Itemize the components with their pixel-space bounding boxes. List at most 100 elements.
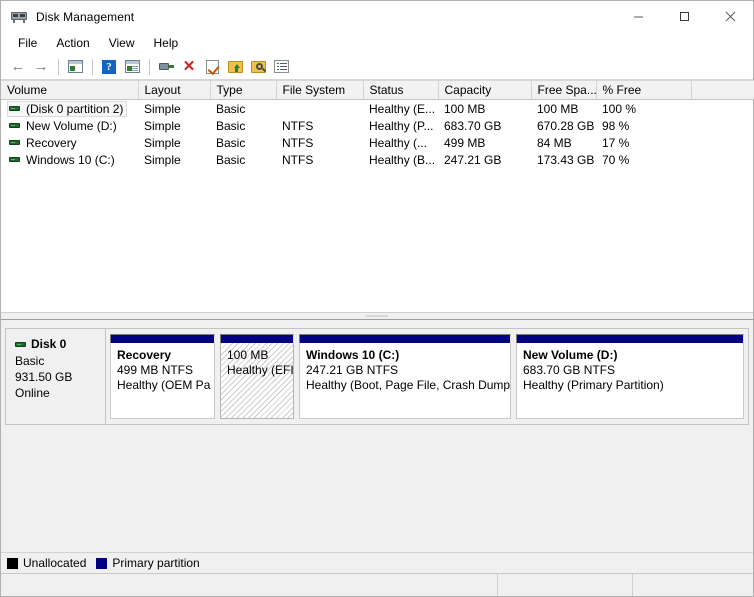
- list-glyph: [274, 60, 289, 73]
- volume-name-wrapper: Recovery: [7, 135, 81, 151]
- console-tree-glyph: [125, 60, 140, 73]
- column-header-layout[interactable]: Layout: [138, 81, 210, 100]
- partition-label: New Volume (D:): [523, 348, 738, 363]
- cell-percent-free: 100 %: [596, 100, 691, 118]
- table-row[interactable]: Recovery Simple Basic NTFS Healthy (... …: [1, 134, 754, 151]
- plug-glyph: [159, 61, 174, 72]
- cell-capacity: 100 MB: [438, 100, 531, 118]
- up-one-level-glyph: [68, 60, 83, 73]
- volume-label: New Volume (D:): [26, 119, 117, 133]
- forward-icon[interactable]: →: [30, 56, 52, 78]
- partition-color-bar: [110, 334, 215, 343]
- title-bar: Disk Management: [1, 1, 753, 32]
- volume-name-wrapper: Windows 10 (C:): [7, 152, 119, 168]
- cell-filler: [691, 151, 754, 168]
- cell-percent-free: 17 %: [596, 134, 691, 151]
- column-header-capacity[interactable]: Capacity: [438, 81, 531, 100]
- view-list-icon[interactable]: [270, 56, 292, 78]
- back-icon[interactable]: ←: [7, 56, 29, 78]
- partition-windows-c[interactable]: Windows 10 (C:) 247.21 GB NTFS Healthy (…: [299, 334, 511, 419]
- partition-details: 100 MB Healthy (EFI: [220, 343, 294, 419]
- partition-size-fs: 100 MB: [227, 348, 288, 363]
- delete-glyph: ✕: [183, 59, 196, 74]
- status-segment-1: [1, 574, 498, 596]
- check-glyph: [206, 60, 219, 74]
- menu-bar: File Action View Help: [1, 32, 753, 54]
- partition-status: Healthy (Boot, Page File, Crash Dump,: [306, 378, 505, 393]
- partition-status: Healthy (OEM Pa: [117, 378, 209, 393]
- cell-capacity: 499 MB: [438, 134, 531, 151]
- volume-name-wrapper: New Volume (D:): [7, 118, 121, 134]
- table-row[interactable]: New Volume (D:) Simple Basic NTFS Health…: [1, 117, 754, 134]
- disk-info-panel[interactable]: Disk 0 Basic 931.50 GB Online: [5, 328, 106, 425]
- cell-volume[interactable]: Windows 10 (C:): [1, 151, 138, 168]
- volume-label: Windows 10 (C:): [26, 153, 115, 167]
- cell-layout: Simple: [138, 151, 210, 168]
- maximize-button[interactable]: [661, 1, 707, 32]
- cell-volume[interactable]: (Disk 0 partition 2): [1, 100, 138, 118]
- unallocated-swatch-icon: [7, 558, 18, 569]
- disk-drive-icon: [10, 8, 28, 26]
- cell-file-system: NTFS: [276, 117, 363, 134]
- column-header-free-space[interactable]: Free Spa...: [531, 81, 596, 100]
- partition-recovery[interactable]: Recovery 499 MB NTFS Healthy (OEM Pa: [110, 334, 215, 419]
- up-one-level-icon[interactable]: [64, 56, 86, 78]
- legend-item-primary-partition: Primary partition: [96, 556, 199, 570]
- cell-status: Healthy (P...: [363, 117, 438, 134]
- column-header-status[interactable]: Status: [363, 81, 438, 100]
- column-header-file-system[interactable]: File System: [276, 81, 363, 100]
- search-folder-icon[interactable]: [247, 56, 269, 78]
- properties-plug-icon[interactable]: [155, 56, 177, 78]
- cell-type: Basic: [210, 117, 276, 134]
- disk-row-disk0: Disk 0 Basic 931.50 GB Online Recovery 4…: [5, 328, 749, 425]
- pane-splitter[interactable]: [1, 312, 753, 320]
- disk-size: 931.50 GB: [15, 369, 105, 385]
- partition-status: Healthy (Primary Partition): [523, 378, 738, 393]
- delete-icon[interactable]: ✕: [178, 56, 200, 78]
- menu-file[interactable]: File: [9, 34, 46, 53]
- partition-color-bar: [299, 334, 511, 343]
- partition-status: Healthy (EFI: [227, 363, 288, 378]
- column-header-filler[interactable]: [691, 81, 754, 100]
- disk-title: Disk 0: [15, 336, 105, 352]
- column-header-percent-free[interactable]: % Free: [596, 81, 691, 100]
- partition-label: Recovery: [117, 348, 209, 363]
- close-button[interactable]: [707, 1, 753, 32]
- volume-list-pane: Volume Layout Type File System Status Ca…: [1, 80, 753, 312]
- cell-status: Healthy (...: [363, 134, 438, 151]
- partition-efi[interactable]: 100 MB Healthy (EFI: [220, 334, 294, 419]
- splitter-grip: [366, 315, 388, 317]
- menu-action[interactable]: Action: [47, 34, 98, 53]
- primary-partition-swatch-icon: [96, 558, 107, 569]
- cell-free-space: 670.28 GB: [531, 117, 596, 134]
- legend-label: Primary partition: [112, 556, 199, 570]
- cell-capacity: 247.21 GB: [438, 151, 531, 168]
- legend-item-unallocated: Unallocated: [7, 556, 86, 570]
- table-row[interactable]: (Disk 0 partition 2) Simple Basic Health…: [1, 100, 754, 118]
- cell-free-space: 173.43 GB: [531, 151, 596, 168]
- cell-volume[interactable]: New Volume (D:): [1, 117, 138, 134]
- status-bar: [1, 573, 753, 596]
- volume-icon: [9, 157, 20, 162]
- cell-type: Basic: [210, 151, 276, 168]
- graphical-view-pane: Disk 0 Basic 931.50 GB Online Recovery 4…: [1, 320, 753, 552]
- partition-label: Windows 10 (C:): [306, 348, 505, 363]
- help-icon[interactable]: ?: [98, 56, 120, 78]
- legend-bar: Unallocated Primary partition: [1, 552, 753, 573]
- partition-new-volume-d[interactable]: New Volume (D:) 683.70 GB NTFS Healthy (…: [516, 334, 744, 419]
- table-row[interactable]: Windows 10 (C:) Simple Basic NTFS Health…: [1, 151, 754, 168]
- status-segment-2: [498, 574, 633, 596]
- refresh-check-icon[interactable]: [201, 56, 223, 78]
- column-header-type[interactable]: Type: [210, 81, 276, 100]
- menu-view[interactable]: View: [100, 34, 144, 53]
- export-list-folder-icon[interactable]: [224, 56, 246, 78]
- toolbar-separator: [92, 59, 93, 75]
- disk-name: Disk 0: [31, 336, 66, 352]
- partition-details: Windows 10 (C:) 247.21 GB NTFS Healthy (…: [299, 343, 511, 419]
- menu-help[interactable]: Help: [145, 34, 188, 53]
- show-hide-console-tree-icon[interactable]: [121, 56, 143, 78]
- minimize-button[interactable]: [615, 1, 661, 32]
- cell-filler: [691, 134, 754, 151]
- cell-volume[interactable]: Recovery: [1, 134, 138, 151]
- column-header-volume[interactable]: Volume: [1, 81, 138, 100]
